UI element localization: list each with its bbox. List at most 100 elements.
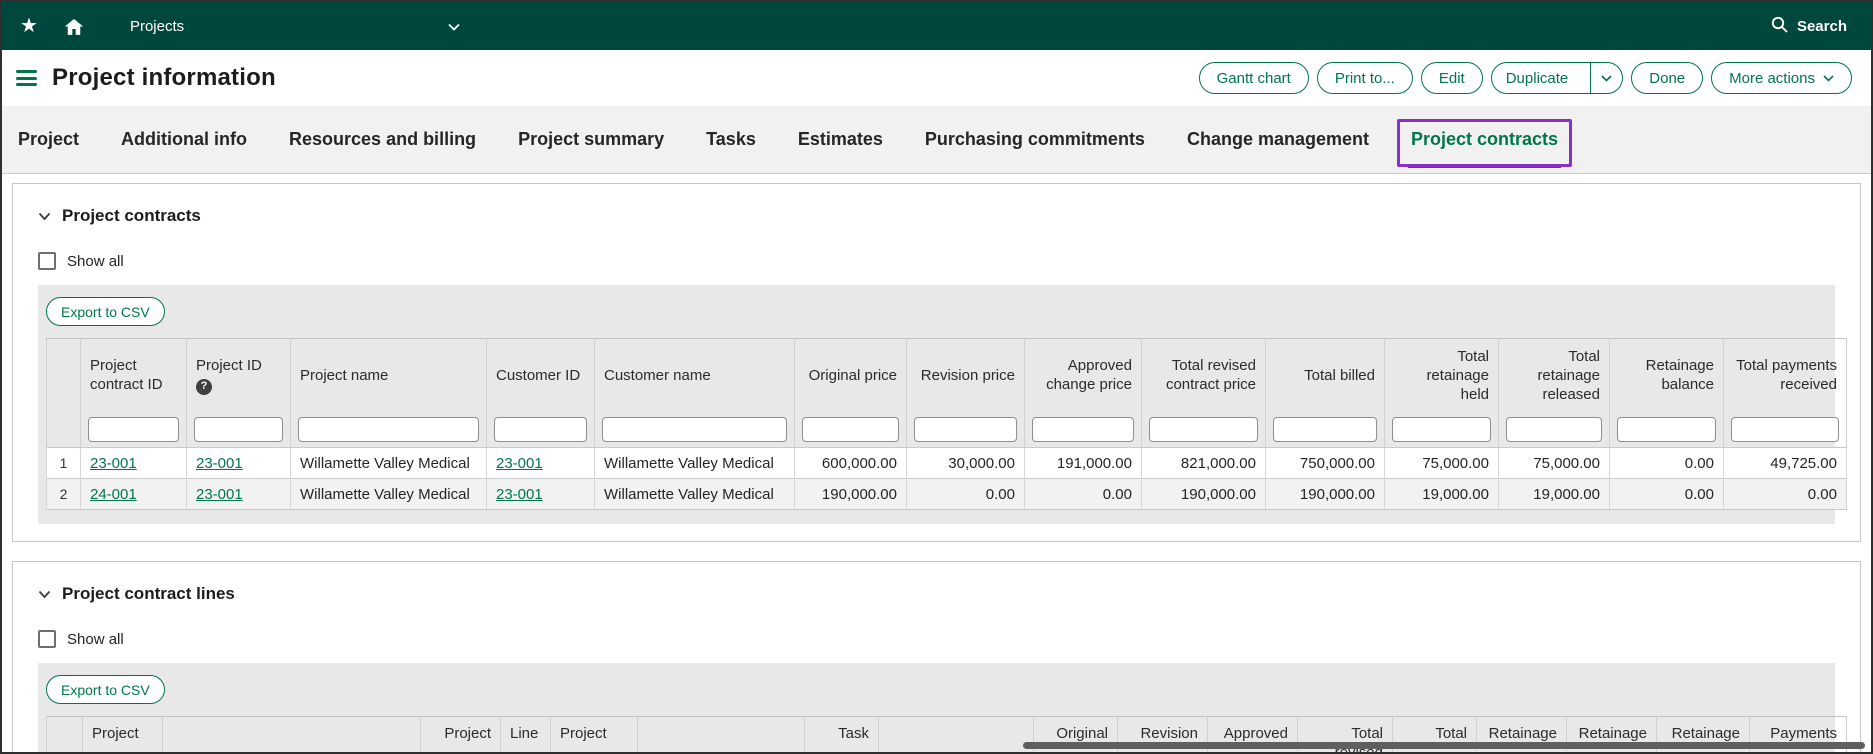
tab-purchasing-commitments[interactable]: Purchasing commitments: [925, 106, 1145, 173]
show-all-checkbox[interactable]: [38, 252, 56, 270]
column-header-project-name[interactable]: Project name: [291, 339, 487, 412]
cell-total-retainage-released: 19,000.00: [1499, 479, 1610, 510]
gantt-chart-button[interactable]: Gantt chart: [1199, 62, 1309, 94]
column-header-original-price[interactable]: Original price: [795, 339, 907, 412]
tab-change-management[interactable]: Change management: [1187, 106, 1369, 173]
filter-input-project-contract-id[interactable]: [88, 417, 179, 442]
row-number: 1: [47, 448, 81, 479]
done-button[interactable]: Done: [1631, 62, 1703, 94]
column-header[interactable]: Line: [501, 717, 551, 754]
filter-input-total-retainage-released[interactable]: [1506, 417, 1602, 442]
filter-cell-empty: [47, 412, 81, 448]
contract-lines-grid: Export to CSV Project Project Line Proje…: [38, 663, 1835, 754]
print-to-button[interactable]: Print to...: [1317, 62, 1413, 94]
tab-tasks[interactable]: Tasks: [706, 106, 756, 173]
page-menu-icon[interactable]: [16, 67, 37, 90]
filter-input-total-billed[interactable]: [1273, 417, 1377, 442]
search-icon: [1771, 16, 1788, 37]
projects-dropdown[interactable]: Projects: [130, 18, 460, 35]
more-actions-button[interactable]: More actions: [1711, 62, 1852, 94]
filter-input-revision-price[interactable]: [914, 417, 1017, 442]
collapse-chevron-icon[interactable]: [38, 212, 51, 221]
column-header-total-retainage-held[interactable]: Total retainage held: [1385, 339, 1499, 412]
help-icon[interactable]: ?: [196, 379, 212, 395]
filter-input-project-name[interactable]: [298, 417, 479, 442]
column-header-total-revised-contract-price[interactable]: Total revised contract price: [1142, 339, 1266, 412]
active-tab-underline: [1408, 164, 1561, 168]
tab-label: Estimates: [798, 129, 883, 150]
filter-input-original-price[interactable]: [802, 417, 899, 442]
cell-total-billed: 190,000.00: [1266, 479, 1385, 510]
tab-resources-and-billing[interactable]: Resources and billing: [289, 106, 476, 173]
cell-project-name: Willamette Valley Medical: [291, 479, 487, 510]
column-header-approved-change-price[interactable]: Approved change price: [1025, 339, 1142, 412]
project-id-link[interactable]: 23-001: [196, 486, 243, 503]
show-all-label: Show all: [67, 631, 124, 648]
column-header-total-payments-received[interactable]: Total payments received: [1724, 339, 1847, 412]
row-number-header: [47, 717, 83, 754]
customer-id-link[interactable]: 23-001: [496, 486, 543, 503]
customer-id-link[interactable]: 23-001: [496, 455, 543, 472]
column-header-label: Project ID: [196, 356, 281, 375]
filter-input-customer-name[interactable]: [602, 417, 787, 442]
filter-input-total-revised-contract-price[interactable]: [1149, 417, 1258, 442]
tab-label: Purchasing commitments: [925, 129, 1145, 150]
column-header-total-retainage-released[interactable]: Total retainage released: [1499, 339, 1610, 412]
column-header-retainage-balance[interactable]: Retainage balance: [1610, 339, 1724, 412]
chevron-down-icon: [1823, 75, 1834, 82]
section-header: Project contracts: [38, 184, 1835, 226]
project-id-link[interactable]: 23-001: [196, 455, 243, 472]
column-header[interactable]: Project: [83, 717, 163, 754]
column-header-total-billed[interactable]: Total billed: [1266, 339, 1385, 412]
search-label: Search: [1797, 18, 1847, 35]
tab-project-summary[interactable]: Project summary: [518, 106, 664, 173]
column-header-project-contract-id[interactable]: Project contract ID: [81, 339, 187, 412]
tab-additional-info[interactable]: Additional info: [121, 106, 247, 173]
column-header[interactable]: [163, 717, 421, 754]
filter-input-retainage-balance[interactable]: [1617, 417, 1716, 442]
cell-retainage-balance: 0.00: [1610, 448, 1724, 479]
column-header[interactable]: [879, 717, 1034, 754]
cell-approved-change-price: 191,000.00: [1025, 448, 1142, 479]
column-header-customer-id[interactable]: Customer ID: [487, 339, 595, 412]
column-header[interactable]: [638, 717, 805, 754]
tab-project[interactable]: Project: [18, 106, 79, 173]
show-all-checkbox[interactable]: [38, 630, 56, 648]
project-contract-id-link[interactable]: 24-001: [90, 486, 137, 503]
column-header-revision-price[interactable]: Revision price: [907, 339, 1025, 412]
section-header: Project contract lines: [38, 562, 1835, 604]
cell-customer-id: 23-001: [487, 479, 595, 510]
tab-estimates[interactable]: Estimates: [798, 106, 883, 173]
duplicate-dropdown-button[interactable]: [1590, 63, 1622, 93]
filter-cell: [1142, 412, 1266, 448]
duplicate-button[interactable]: Duplicate: [1492, 63, 1583, 93]
tab-project-contracts[interactable]: Project contracts: [1411, 106, 1558, 173]
edit-button[interactable]: Edit: [1421, 62, 1483, 94]
contracts-table: Project contract ID Project ID ? Project…: [46, 338, 1847, 510]
header-actions: Gantt chart Print to... Edit Duplicate D…: [1199, 62, 1852, 94]
home-icon[interactable]: [64, 17, 84, 36]
filter-input-project-id[interactable]: [194, 417, 283, 442]
filter-cell: [795, 412, 907, 448]
cell-project-name: Willamette Valley Medical: [291, 448, 487, 479]
filter-input-total-retainage-held[interactable]: [1392, 417, 1491, 442]
filter-row: [47, 412, 1847, 448]
cell-original-price: 190,000.00: [795, 479, 907, 510]
filter-input-customer-id[interactable]: [494, 417, 587, 442]
cell-total-payments-received: 0.00: [1724, 479, 1847, 510]
filter-input-total-payments-received[interactable]: [1731, 417, 1839, 442]
cell-customer-name: Willamette Valley Medical: [595, 479, 795, 510]
export-to-csv-button[interactable]: Export to CSV: [46, 297, 165, 326]
project-contract-id-link[interactable]: 23-001: [90, 455, 137, 472]
horizontal-scrollbar[interactable]: [1023, 742, 1865, 749]
column-header[interactable]: Task: [805, 717, 879, 754]
search-button[interactable]: Search: [1771, 16, 1847, 37]
column-header[interactable]: Project: [421, 717, 501, 754]
filter-input-approved-change-price[interactable]: [1032, 417, 1134, 442]
favorites-star-icon[interactable]: ★: [20, 16, 38, 36]
column-header-customer-name[interactable]: Customer name: [595, 339, 795, 412]
collapse-chevron-icon[interactable]: [38, 590, 51, 599]
column-header[interactable]: Project: [551, 717, 638, 754]
export-to-csv-button[interactable]: Export to CSV: [46, 675, 165, 704]
column-header-project-id[interactable]: Project ID ?: [187, 339, 291, 412]
